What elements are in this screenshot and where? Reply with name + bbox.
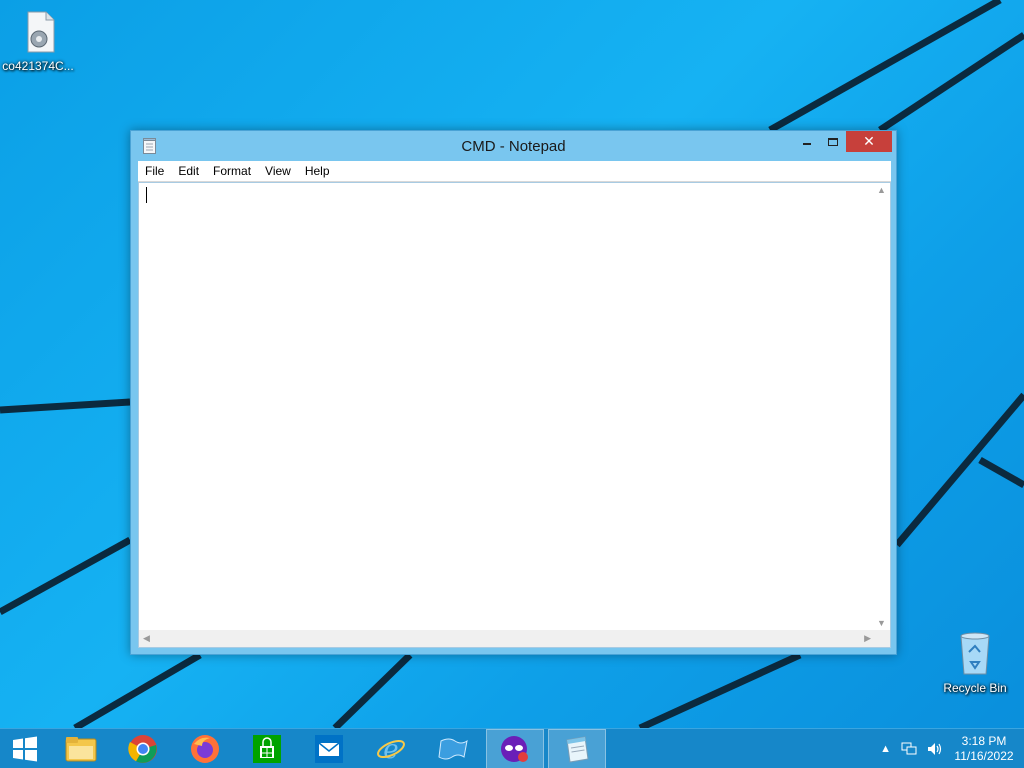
desktop-icon-recycle-bin[interactable]: Recycle Bin xyxy=(937,630,1013,695)
firefox-icon xyxy=(191,735,219,763)
ie-icon: e xyxy=(377,735,405,764)
taskbar: e ▲ 3:18 PM 11/16/2022 xyxy=(0,728,1024,768)
scroll-up-icon[interactable]: ▲ xyxy=(877,185,886,195)
taskbar-chrome[interactable] xyxy=(114,729,172,768)
taskbar-store[interactable] xyxy=(238,729,296,768)
mask-icon xyxy=(501,736,528,762)
start-button[interactable] xyxy=(0,729,50,768)
clock-time: 3:18 PM xyxy=(961,734,1007,748)
taskbar-file-explorer[interactable] xyxy=(52,729,110,768)
menu-view[interactable]: View xyxy=(258,161,298,182)
text-editor[interactable]: ▲ ▼ ◀ ▶ xyxy=(138,182,891,648)
taskbar-mask-app[interactable] xyxy=(486,729,544,768)
title-bar[interactable]: CMD - Notepad ✕ xyxy=(131,131,896,161)
recycle-bin-icon xyxy=(960,632,990,675)
menu-format[interactable]: Format xyxy=(206,161,258,182)
maximize-icon xyxy=(828,137,838,146)
taskbar-mail[interactable] xyxy=(300,729,358,768)
desktop-icon-file[interactable]: co421374C... xyxy=(0,10,76,73)
settings-file-icon xyxy=(27,11,55,53)
volume-icon[interactable] xyxy=(927,742,943,756)
folder-icon xyxy=(65,737,97,762)
menu-bar: File Edit Format View Help xyxy=(138,161,891,182)
scroll-left-icon[interactable]: ◀ xyxy=(143,633,150,644)
clock[interactable]: 3:18 PM 11/16/2022 xyxy=(948,734,1020,764)
taskbar-firefox[interactable] xyxy=(176,729,234,768)
scroll-right-icon[interactable]: ▶ xyxy=(864,633,871,644)
minimize-icon xyxy=(803,143,811,145)
system-tray: ▲ 3:18 PM 11/16/2022 xyxy=(875,729,1024,768)
notepad-icon xyxy=(566,736,589,763)
resize-grip[interactable] xyxy=(873,630,890,647)
taskbar-notepad[interactable] xyxy=(548,729,606,768)
flag-icon xyxy=(438,738,468,760)
store-icon xyxy=(253,735,281,763)
show-hidden-icons-button[interactable]: ▲ xyxy=(880,743,891,755)
minimize-button[interactable] xyxy=(794,131,820,152)
taskbar-flag-app[interactable] xyxy=(424,729,482,768)
vertical-scrollbar[interactable]: ▲ ▼ xyxy=(873,183,890,630)
windows-logo-icon xyxy=(13,736,37,762)
close-icon: ✕ xyxy=(863,133,875,149)
window-title: CMD - Notepad xyxy=(461,138,566,155)
chrome-icon xyxy=(128,735,157,763)
notepad-window: CMD - Notepad ✕ File Edit Format View He… xyxy=(130,130,897,655)
horizontal-scrollbar[interactable]: ◀ ▶ xyxy=(139,630,875,647)
menu-edit[interactable]: Edit xyxy=(171,161,206,182)
menu-file[interactable]: File xyxy=(138,161,171,182)
taskbar-internet-explorer[interactable]: e xyxy=(362,729,420,768)
svg-text:e: e xyxy=(383,735,398,764)
network-icon[interactable] xyxy=(901,742,917,756)
scroll-down-icon[interactable]: ▼ xyxy=(877,618,886,628)
close-button[interactable]: ✕ xyxy=(846,131,892,152)
mail-icon xyxy=(315,735,343,763)
text-caret xyxy=(146,187,147,203)
desktop-icon-label: co421374C... xyxy=(2,59,74,73)
desktop-icon-label: Recycle Bin xyxy=(943,681,1007,695)
menu-help[interactable]: Help xyxy=(298,161,337,182)
maximize-button[interactable] xyxy=(820,131,846,152)
clock-date: 11/16/2022 xyxy=(954,749,1014,763)
